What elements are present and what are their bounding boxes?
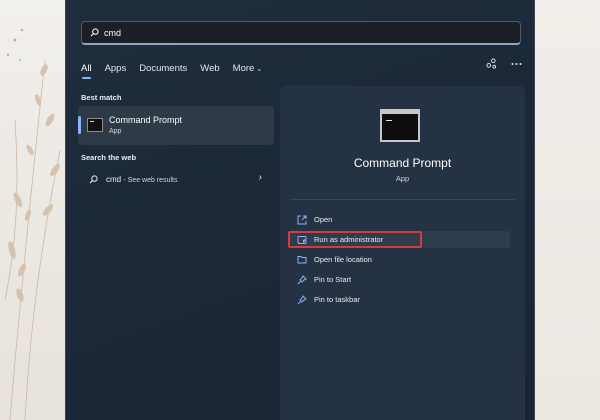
chevron-right-icon: › bbox=[258, 172, 262, 183]
dried-flowers-decoration bbox=[4, 28, 61, 420]
search-box[interactable] bbox=[81, 21, 521, 45]
command-prompt-icon bbox=[87, 118, 103, 132]
action-open-file-location-label: Open file location bbox=[314, 255, 372, 264]
action-pin-to-start-label: Pin to Start bbox=[314, 275, 352, 284]
action-pin-to-taskbar-label: Pin to taskbar bbox=[314, 295, 360, 304]
web-search-result[interactable]: cmd - See web results › bbox=[78, 168, 274, 190]
web-result-suffix: - See web results bbox=[123, 176, 178, 184]
divider bbox=[290, 199, 515, 200]
action-open-file-location[interactable]: Open file location bbox=[290, 251, 510, 268]
search-web-label: Search the web bbox=[81, 153, 137, 162]
web-result-query: cmd bbox=[106, 174, 122, 184]
share-network-icon[interactable] bbox=[486, 58, 497, 69]
tab-apps[interactable]: Apps bbox=[105, 63, 127, 74]
tab-web[interactable]: Web bbox=[200, 63, 219, 74]
more-options-icon[interactable] bbox=[511, 62, 522, 66]
background-right bbox=[530, 0, 600, 420]
web-result-text: cmd - See web results bbox=[106, 175, 177, 184]
detail-title: Command Prompt bbox=[353, 156, 452, 170]
tab-documents[interactable]: Documents bbox=[139, 63, 187, 74]
selection-accent bbox=[78, 116, 81, 134]
search-icon bbox=[89, 174, 98, 183]
tab-more[interactable]: More ⌄ bbox=[233, 63, 263, 74]
command-prompt-large-icon bbox=[380, 109, 420, 142]
folder-icon bbox=[297, 256, 306, 264]
pin-icon bbox=[297, 294, 307, 304]
chevron-down-icon: ⌄ bbox=[256, 65, 263, 73]
tab-all[interactable]: All bbox=[81, 63, 92, 79]
action-pin-to-taskbar[interactable]: Pin to taskbar bbox=[290, 291, 510, 308]
best-match-label: Best match bbox=[81, 93, 122, 102]
start-search-window: All Apps Documents Web More⌄ Best match … bbox=[65, 0, 535, 420]
best-match-result[interactable]: Command Prompt App bbox=[78, 106, 274, 145]
action-open[interactable]: Open bbox=[290, 211, 510, 228]
filter-tabs: All Apps Documents Web More ⌄ bbox=[81, 60, 275, 79]
search-input[interactable] bbox=[104, 27, 404, 38]
app-detail-pane: Command Prompt App Open Run as administr… bbox=[280, 86, 525, 420]
detail-subtitle: App bbox=[395, 174, 410, 183]
open-icon bbox=[297, 215, 306, 224]
pin-icon bbox=[297, 274, 307, 284]
best-match-title: Command Prompt bbox=[109, 115, 183, 125]
tab-more-label: More bbox=[232, 62, 255, 74]
search-icon bbox=[90, 28, 99, 37]
action-open-label: Open bbox=[314, 215, 333, 224]
top-right-icons bbox=[486, 58, 522, 69]
highlight-annotation-box bbox=[288, 231, 422, 248]
best-match-subtitle: App bbox=[109, 128, 122, 135]
action-pin-to-start[interactable]: Pin to Start bbox=[290, 271, 510, 288]
